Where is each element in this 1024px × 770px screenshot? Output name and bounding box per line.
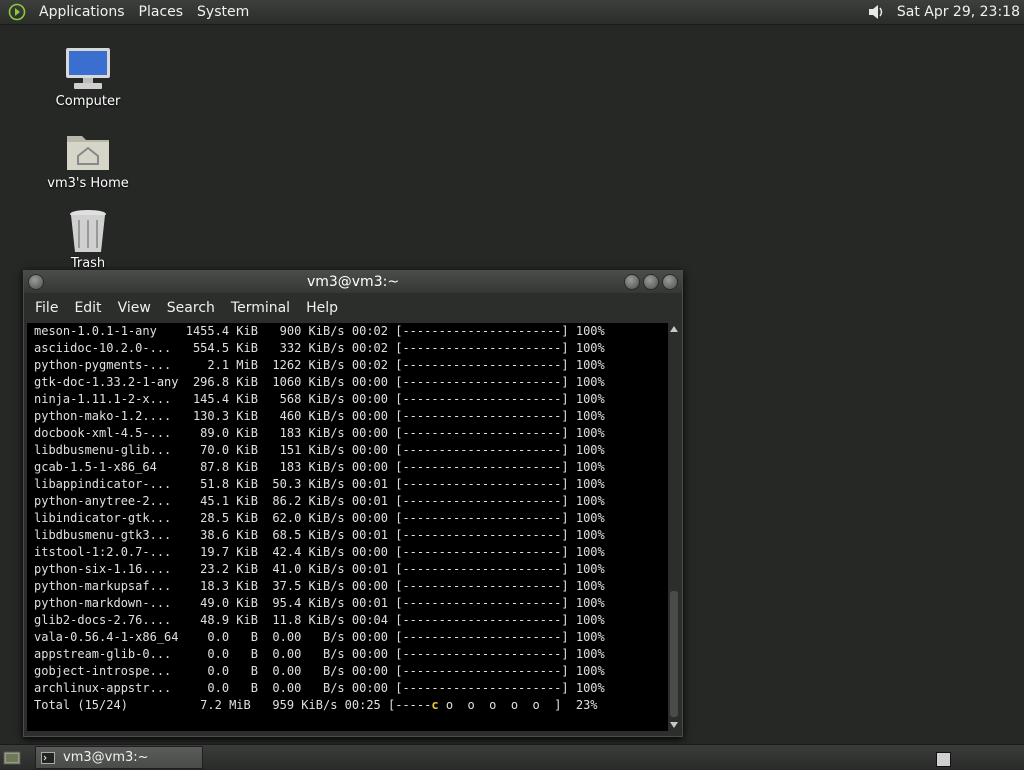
terminal-line: gobject-introspe... 0.0 B 0.00 B/s 00:00… [34,664,605,678]
desktop-icon-label: vm3's Home [47,176,129,191]
scrollbar-thumb[interactable] [670,591,678,717]
menu-view[interactable]: View [110,300,159,316]
desktop-icon-label: Computer [55,94,121,109]
scroll-down-arrow-icon[interactable] [670,722,678,728]
menu-file[interactable]: File [27,300,66,316]
desktop-icon-label: Trash [70,256,106,271]
window-title: vm3@vm3:~ [306,274,400,290]
menu-terminal[interactable]: Terminal [223,300,298,316]
terminal-line: asciidoc-10.2.0-... 554.5 KiB 332 KiB/s … [34,341,605,355]
panel-tray: Sat Apr 29, 23:18 [865,0,1024,24]
terminal-line: vala-0.56.4-1-x86_64 0.0 B 0.00 B/s 00:0… [34,630,605,644]
terminal-line: python-markdown-... 49.0 KiB 95.4 KiB/s … [34,596,605,610]
terminal-line: gcab-1.5-1-x86_64 87.8 KiB 183 KiB/s 00:… [34,460,605,474]
maximize-icon[interactable] [643,274,659,290]
terminal-line: python-pygments-... 2.1 MiB 1262 KiB/s 0… [34,358,605,372]
window-titlebar[interactable]: vm3@vm3:~ [24,271,682,293]
terminal-line: appstream-glib-0... 0.0 B 0.00 B/s 00:00… [34,647,605,661]
terminal-line: python-six-1.16.... 23.2 KiB 41.0 KiB/s … [34,562,605,576]
total-line-prefix: Total (15/24) 7.2 MiB 959 KiB/s 00:25 [-… [34,698,432,712]
trash-icon [64,208,112,254]
minimize-icon[interactable] [624,274,640,290]
terminal-line: ninja-1.11.1-2-x... 145.4 KiB 568 KiB/s … [34,392,605,406]
terminal-line: libdbusmenu-glib... 70.0 KiB 151 KiB/s 0… [34,443,605,457]
terminal-line: python-markupsaf... 18.3 KiB 37.5 KiB/s … [34,579,605,593]
speaker-icon[interactable] [865,1,887,23]
total-line-suffix: o o o o o ] 23% [438,698,598,712]
terminal-line: glib2-docs-2.76.... 48.9 KiB 11.8 KiB/s … [34,613,605,627]
clock[interactable]: Sat Apr 29, 23:18 [887,4,1024,20]
desktop-computer[interactable]: Computer [33,46,143,109]
desktop-home[interactable]: vm3's Home [33,128,143,191]
terminal-line: docbook-xml-4.5-... 89.0 KiB 183 KiB/s 0… [34,426,605,440]
progress-cursor: c [431,698,439,712]
places-menu[interactable]: Places [132,4,191,20]
system-menu[interactable]: System [190,4,256,20]
top-panel: Applications Places System Sat Apr 29, 2… [0,0,1024,25]
menu-help[interactable]: Help [298,300,346,316]
desktop-trash[interactable]: Trash [33,208,143,271]
workspace-switcher[interactable] [936,752,951,767]
window-menubar: File Edit View Search Terminal Help [24,293,682,323]
scroll-up-arrow-icon[interactable] [670,326,678,332]
terminal-total-line: Total (15/24) 7.2 MiB 959 KiB/s 00:25 [-… [27,697,668,714]
terminal-output[interactable]: meson-1.0.1-1-any 1455.4 KiB 900 KiB/s 0… [27,323,668,731]
taskbar-terminal-button[interactable]: vm3@vm3:~ [35,746,203,769]
terminal-line: itstool-1:2.0.7-... 19.7 KiB 42.4 KiB/s … [34,545,605,559]
terminal-line: meson-1.0.1-1-any 1455.4 KiB 900 KiB/s 0… [34,324,605,338]
terminal-line: libindicator-gtk... 28.5 KiB 62.0 KiB/s … [34,511,605,525]
terminal-line: gtk-doc-1.33.2-1-any 296.8 KiB 1060 KiB/… [34,375,605,389]
taskbar-button-label: vm3@vm3:~ [63,750,149,765]
menu-edit[interactable]: Edit [66,300,109,316]
bottom-panel: vm3@vm3:~ [0,744,1024,769]
home-folder-icon [64,128,112,174]
terminal-line: archlinux-appstr... 0.0 B 0.00 B/s 00:00… [34,681,605,695]
close-icon[interactable] [662,274,678,290]
distro-logo-icon[interactable] [8,3,26,21]
terminal-icon [41,751,55,764]
terminal-line: libappindicator-... 51.8 KiB 50.3 KiB/s … [34,477,605,491]
terminal-window[interactable]: vm3@vm3:~ File Edit View Search Terminal… [23,270,683,737]
computer-icon [64,46,112,92]
menu-search[interactable]: Search [159,300,223,316]
show-desktop-icon[interactable] [3,748,21,766]
terminal-line: python-anytree-2... 45.1 KiB 86.2 KiB/s … [34,494,605,508]
terminal-scrollbar[interactable] [668,323,680,731]
terminal-line: libdbusmenu-gtk3... 38.6 KiB 68.5 KiB/s … [34,528,605,542]
terminal-line: python-mako-1.2.... 130.3 KiB 460 KiB/s … [34,409,605,423]
window-controls [624,274,678,290]
applications-menu[interactable]: Applications [32,4,132,20]
